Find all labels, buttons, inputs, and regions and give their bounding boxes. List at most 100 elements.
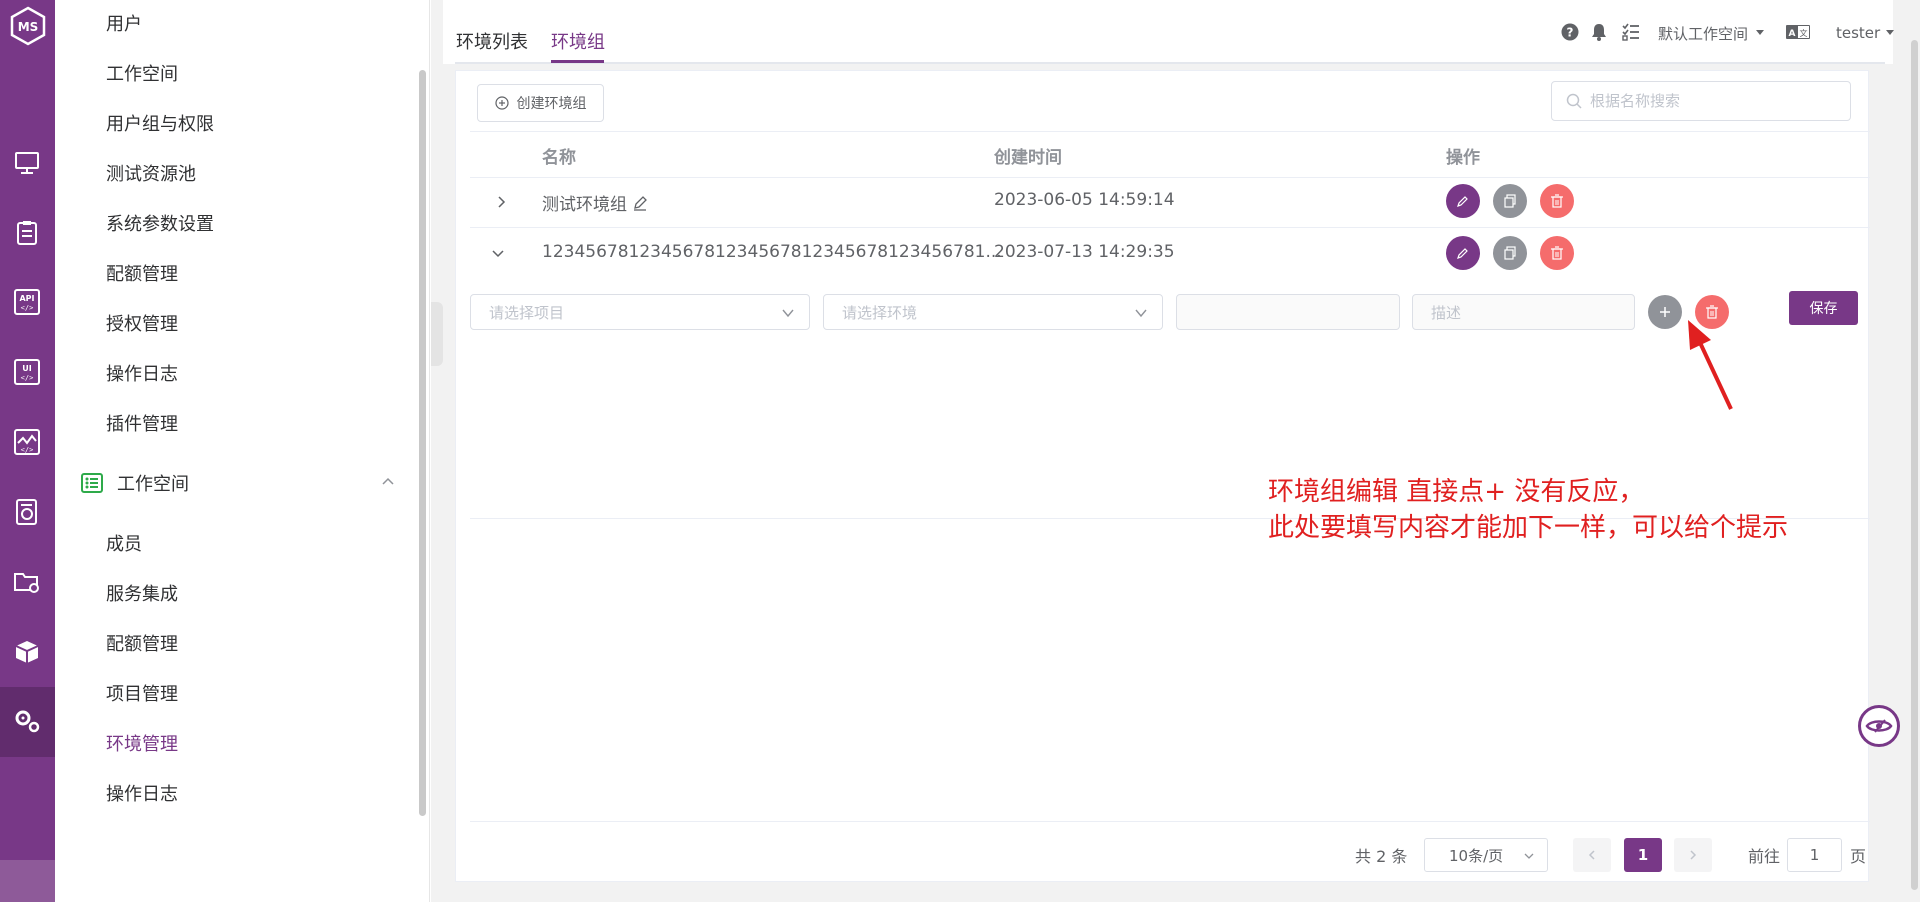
- environment-select[interactable]: 请选择环境: [823, 294, 1163, 330]
- copy-button[interactable]: [1493, 236, 1527, 270]
- menu-item-workspaces[interactable]: 工作空间: [106, 60, 178, 86]
- menu-item-ws-quota[interactable]: 配额管理: [106, 630, 178, 656]
- row-name: 1234567812345678123456781234567812345678…: [542, 242, 1002, 262]
- api-icon[interactable]: API </>: [12, 287, 42, 317]
- menu-item-members[interactable]: 成员: [106, 530, 142, 556]
- svg-text:</>: </>: [21, 374, 34, 382]
- edit-button[interactable]: [1446, 236, 1480, 270]
- collapse-handle[interactable]: [431, 302, 443, 366]
- annotation-line-1: 环境组编辑 直接点+ 没有反应，: [1268, 477, 1645, 507]
- environment-select-placeholder: 请选择环境: [842, 303, 918, 322]
- page-size-value: 10条/页: [1449, 846, 1504, 865]
- goto-page-input[interactable]: 1: [1787, 838, 1842, 872]
- plus-circle-icon: [494, 96, 509, 110]
- gears-icon[interactable]: [12, 706, 42, 736]
- checklist-icon[interactable]: [1622, 23, 1640, 41]
- delete-button[interactable]: [1540, 236, 1574, 270]
- svg-text:文: 文: [1800, 28, 1808, 38]
- collapse-chevron-icon[interactable]: [490, 245, 506, 261]
- edit-icon: [1457, 196, 1468, 207]
- menu-item-environments[interactable]: 环境管理: [106, 730, 178, 756]
- project-select-placeholder: 请选择项目: [489, 303, 565, 322]
- menu-item-users[interactable]: 用户: [106, 10, 142, 36]
- description-placeholder: 描述: [1431, 303, 1462, 322]
- menu-item-system-params[interactable]: 系统参数设置: [106, 210, 214, 236]
- page-scrollbar[interactable]: [1911, 40, 1918, 890]
- svg-text:MS: MS: [18, 20, 39, 34]
- table-top-divider: [470, 131, 1870, 132]
- annotation-text: 环境组编辑 直接点+ 没有反应， 此处要填写内容才能加下一样，可以给个提示: [1268, 474, 1788, 546]
- menu-item-user-groups[interactable]: 用户组与权限: [106, 110, 214, 136]
- next-page-button[interactable]: [1674, 838, 1712, 872]
- annotation-arrow-icon: [1688, 320, 1733, 410]
- header-divider: [470, 177, 1870, 178]
- bell-icon[interactable]: [1590, 23, 1608, 41]
- search-icon: [1566, 93, 1582, 109]
- folder-settings-icon[interactable]: [12, 567, 42, 597]
- help-icon[interactable]: ?: [1561, 23, 1579, 41]
- user-menu[interactable]: tester: [1836, 22, 1900, 44]
- trash-icon: [1551, 246, 1563, 260]
- svg-text:A: A: [1789, 29, 1796, 39]
- project-select[interactable]: 请选择项目: [470, 294, 810, 330]
- row-created: 2023-07-13 14:29:35: [994, 242, 1175, 262]
- menu-group-workspace[interactable]: 工作空间: [81, 470, 189, 496]
- tab-environment-group[interactable]: 环境组: [551, 28, 605, 54]
- expand-chevron-icon[interactable]: [493, 194, 509, 210]
- list-icon: [81, 473, 103, 493]
- clipboard-icon[interactable]: [12, 218, 42, 248]
- tabs-divider: [455, 62, 1885, 64]
- icon-rail: MS API </> UI </> </>: [0, 0, 55, 902]
- svg-text:</>: </>: [21, 304, 34, 312]
- floating-assistant-button[interactable]: [1858, 705, 1900, 747]
- prev-page-button[interactable]: [1573, 838, 1611, 872]
- cube-icon[interactable]: [12, 637, 42, 667]
- page-size-select[interactable]: 10条/页: [1424, 838, 1548, 872]
- monitor-icon[interactable]: [12, 148, 42, 178]
- row-name: 测试环境组: [542, 195, 627, 215]
- workspace-name: 默认工作空间: [1658, 24, 1749, 43]
- performance-icon[interactable]: </>: [12, 427, 42, 457]
- copy-button[interactable]: [1493, 184, 1527, 218]
- menu-scrollbar[interactable]: [419, 70, 426, 816]
- menu-item-license[interactable]: 授权管理: [106, 310, 178, 336]
- table-row: 测试环境组: [542, 190, 649, 215]
- username: tester: [1836, 24, 1881, 42]
- column-header-actions: 操作: [1446, 148, 1480, 168]
- svg-text:API: API: [19, 294, 34, 303]
- language-icon[interactable]: A文: [1786, 23, 1810, 41]
- chevron-up-icon[interactable]: [381, 474, 395, 488]
- column-header-created: 创建时间: [994, 148, 1062, 168]
- ui-icon[interactable]: UI </>: [12, 357, 42, 387]
- save-button[interactable]: 保存: [1789, 291, 1858, 325]
- edit-pencil-icon[interactable]: [631, 194, 649, 212]
- menu-item-ws-operation-log[interactable]: 操作日志: [106, 780, 178, 806]
- chevron-right-icon: [1690, 850, 1697, 860]
- menu-item-integration[interactable]: 服务集成: [106, 580, 178, 606]
- menu-item-operation-log[interactable]: 操作日志: [106, 360, 178, 386]
- create-button-label: 创建环境组: [516, 96, 587, 112]
- workspace-switcher[interactable]: 默认工作空间: [1658, 22, 1770, 44]
- search-input[interactable]: [1590, 92, 1840, 110]
- menu-item-resource-pool[interactable]: 测试资源池: [106, 160, 196, 186]
- environment-field[interactable]: [1176, 294, 1400, 330]
- row-created: 2023-06-05 14:59:14: [994, 190, 1175, 210]
- chevron-left-icon: [1588, 850, 1595, 860]
- plus-icon: [1660, 307, 1670, 317]
- edit-button[interactable]: [1446, 184, 1480, 218]
- page-suffix: 页: [1850, 847, 1867, 866]
- active-tab-indicator: [551, 60, 604, 63]
- menu-item-projects[interactable]: 项目管理: [106, 680, 178, 706]
- menu-item-quota[interactable]: 配额管理: [106, 260, 178, 286]
- tab-environment-list[interactable]: 环境列表: [456, 28, 528, 54]
- description-field[interactable]: 描述: [1412, 294, 1635, 330]
- delete-button[interactable]: [1540, 184, 1574, 218]
- add-row-button[interactable]: [1648, 295, 1682, 329]
- metersphere-logo[interactable]: MS: [8, 6, 48, 46]
- svg-text:?: ?: [1567, 26, 1574, 40]
- page-number-current[interactable]: 1: [1624, 838, 1662, 872]
- search-box[interactable]: [1551, 81, 1851, 121]
- menu-item-plugins[interactable]: 插件管理: [106, 410, 178, 436]
- create-env-group-button[interactable]: 创建环境组: [477, 84, 604, 122]
- report-icon[interactable]: [12, 497, 42, 527]
